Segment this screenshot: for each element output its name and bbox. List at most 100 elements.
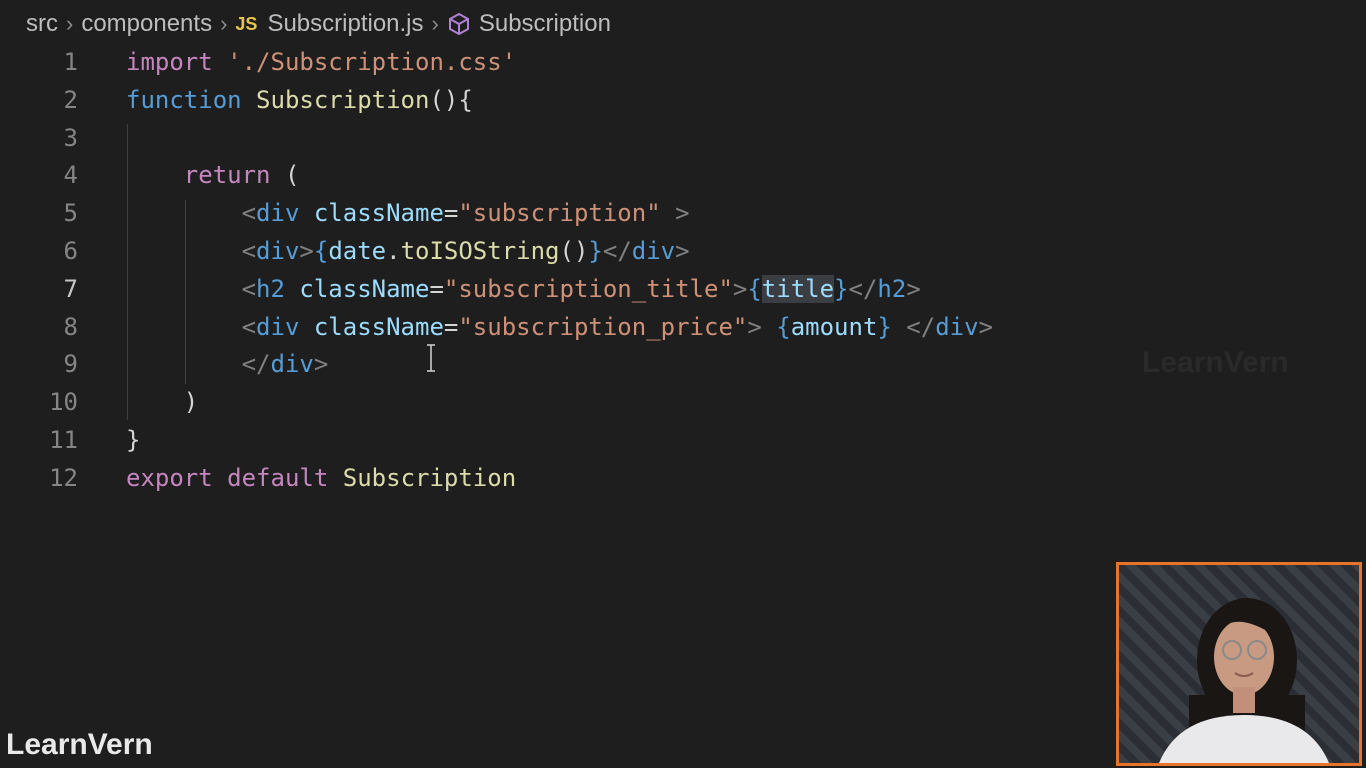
line-number: 8: [63, 312, 78, 341]
code-text: ): [126, 384, 198, 422]
code-token: h2: [877, 274, 907, 303]
code-token: h2: [256, 274, 285, 303]
js-file-icon: JS: [235, 13, 258, 34]
line-number: 7: [63, 274, 78, 303]
code-token: div: [256, 312, 300, 341]
code-token: .: [386, 236, 401, 265]
code-token: div: [270, 350, 314, 379]
chevron-right-icon: ›: [220, 11, 228, 36]
watermark: LearnVern: [1142, 346, 1289, 379]
breadcrumb-item-symbol[interactable]: Subscription: [479, 10, 611, 38]
webcam-overlay: [1116, 562, 1362, 766]
code-text: function Subscription(){: [126, 82, 473, 120]
code-token: div: [256, 236, 300, 265]
code-line[interactable]: 3: [0, 120, 1100, 158]
chevron-right-icon: ›: [66, 11, 74, 36]
code-token: }: [834, 274, 849, 303]
code-text: import './Subscription.css': [126, 44, 516, 82]
line-number: 11: [49, 425, 78, 454]
code-token: toISOString: [400, 236, 560, 265]
code-line[interactable]: 10 ): [0, 384, 1100, 422]
code-token: =: [429, 274, 444, 303]
code-text: <h2 className="subscription_title">{titl…: [126, 271, 921, 309]
code-token: >: [675, 236, 690, 265]
line-number: 2: [63, 85, 78, 114]
code-token: "subscription": [458, 199, 661, 228]
text-cursor-icon: [427, 344, 435, 372]
code-line[interactable]: 6 <div>{date.toISOString()}</div>: [0, 233, 1100, 271]
code-text: </div>: [126, 346, 329, 384]
code-token: (: [270, 161, 300, 190]
code-line[interactable]: 5 <div className="subscription" >: [0, 195, 1100, 233]
code-line[interactable]: 8 <div className="subscription_price" > {…: [0, 309, 1100, 347]
code-token: <: [241, 236, 257, 265]
code-token: >: [732, 274, 748, 303]
code-token: }: [126, 425, 141, 454]
chevron-right-icon: ›: [431, 11, 439, 36]
code-text: <div>{date.toISOString()}</div>: [126, 233, 690, 271]
code-token: ): [183, 388, 199, 417]
code-line[interactable]: 12 export default Subscription: [0, 460, 1100, 498]
code-token: {: [747, 274, 762, 303]
code-token: div: [631, 236, 676, 265]
code-line[interactable]: 11}: [0, 422, 1100, 460]
code-token: </: [241, 350, 271, 379]
code-line[interactable]: 7 <h2 className="subscription_title">{ti…: [0, 271, 1100, 309]
code-token: {: [776, 312, 791, 341]
code-token: export: [126, 463, 213, 492]
code-token: className: [313, 312, 444, 341]
code-token: >: [978, 312, 994, 341]
learnvern-logo: LearnVern: [6, 728, 153, 761]
line-number: 12: [49, 463, 78, 492]
line-number: 10: [49, 388, 78, 417]
code-token: {: [313, 236, 329, 265]
breadcrumb: src › components › JS Subscription.js › …: [0, 0, 1366, 48]
line-number: 5: [63, 199, 78, 228]
code-token: default: [227, 463, 329, 492]
breadcrumb-item-components[interactable]: components: [81, 10, 212, 38]
code-token: "subscription_price": [458, 312, 748, 341]
code-token: './Subscription.css': [227, 48, 517, 76]
code-token: <: [241, 312, 257, 341]
code-token: <: [241, 199, 257, 228]
code-token: </: [602, 236, 632, 265]
breadcrumb-item-src[interactable]: src: [26, 10, 58, 38]
code-token: Subscription: [342, 463, 517, 492]
code-editor[interactable]: 1 import './Subscription.css' 2 function Su…: [0, 44, 1100, 498]
code-token: className: [299, 274, 430, 303]
code-text: export default Subscription: [126, 460, 516, 498]
code-token: =: [443, 312, 459, 341]
code-line[interactable]: 4 return (: [0, 157, 1100, 195]
code-token: </: [848, 274, 878, 303]
code-token: import: [126, 48, 213, 76]
code-text: <div className="subscription_price"> {am…: [126, 309, 993, 347]
code-token: >: [906, 274, 921, 303]
code-token: div: [256, 199, 300, 228]
code-token: (): [559, 236, 589, 265]
code-line[interactable]: 9 </div>: [0, 346, 1100, 384]
code-token: Subscription: [256, 85, 430, 114]
line-number: 9: [63, 350, 78, 379]
code-token: <: [241, 274, 257, 303]
code-token: date: [328, 236, 387, 265]
breadcrumb-item-file[interactable]: Subscription.js: [267, 10, 423, 38]
code-token: }: [588, 236, 603, 265]
code-line[interactable]: 1 import './Subscription.css': [0, 44, 1100, 82]
code-line[interactable]: 2 function Subscription(){: [0, 82, 1100, 120]
presenter-video: [1159, 598, 1329, 763]
code-token: (){: [429, 85, 473, 114]
code-token: return: [183, 161, 271, 190]
